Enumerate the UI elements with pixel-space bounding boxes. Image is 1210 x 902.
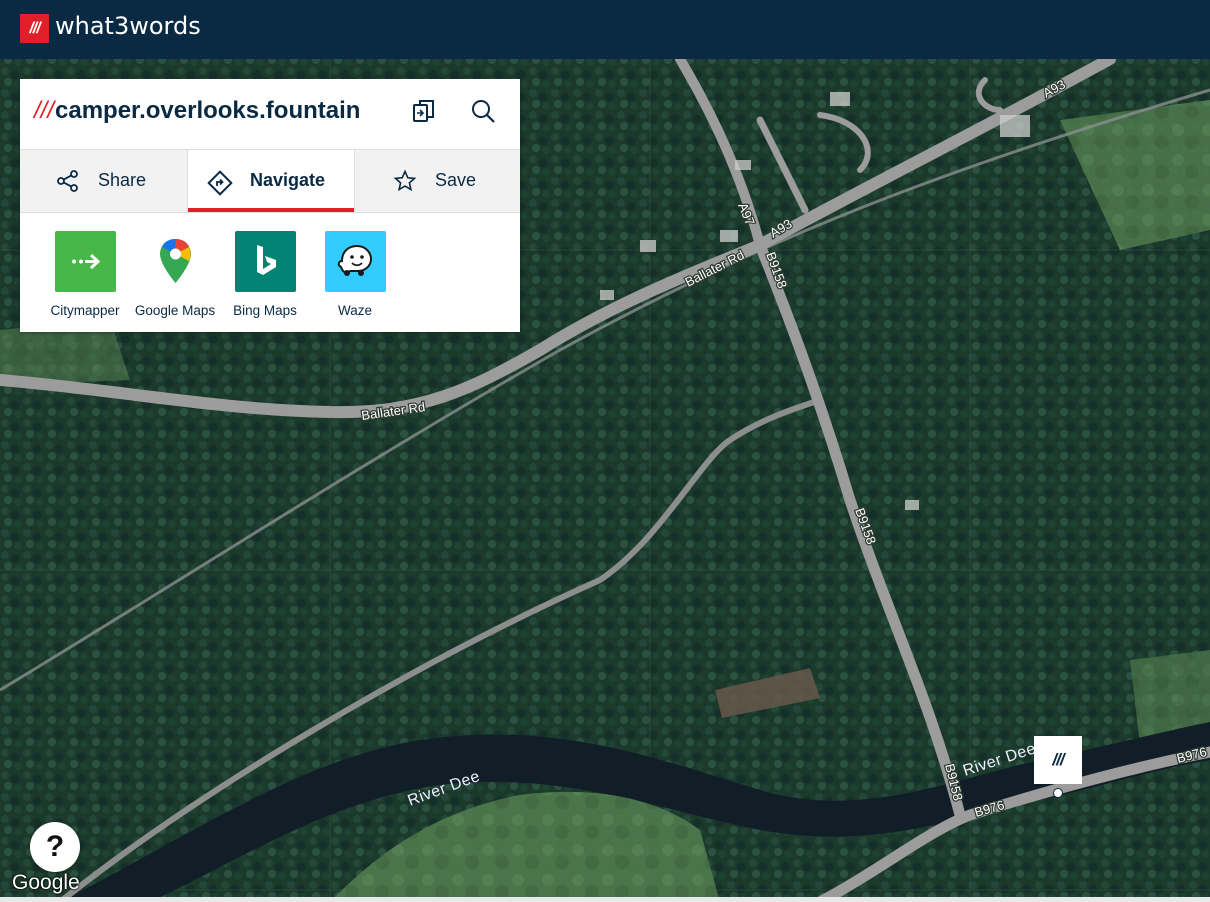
search-icon <box>472 100 495 123</box>
app-label: Waze <box>337 303 372 318</box>
bing-icon <box>234 231 296 292</box>
tab-navigate[interactable]: Navigate <box>187 150 355 212</box>
app-label: Bing Maps <box>233 303 297 318</box>
copy-icon <box>413 100 434 122</box>
google-attribution: Google <box>12 871 80 894</box>
navigation-apps: Citymapper Google Maps Bing Maps Waze <box>20 231 520 331</box>
waze-icon <box>324 231 386 292</box>
address-card: ///camper.overlooks.fountain Share Navig… <box>20 79 520 332</box>
address-slashes: /// <box>34 97 55 124</box>
help-button[interactable]: ? <box>30 822 80 872</box>
search-button[interactable] <box>469 97 499 127</box>
google-maps-icon <box>144 231 206 292</box>
what3words-logo[interactable]: /// <box>20 14 49 43</box>
location-pin[interactable]: /// <box>1034 736 1082 784</box>
tab-save[interactable]: Save <box>354 150 520 212</box>
app-waze[interactable]: Waze <box>310 231 400 318</box>
brand-name[interactable]: what3words <box>55 12 201 40</box>
tab-save-label: Save <box>435 170 477 190</box>
tab-navigate-label: Navigate <box>250 170 326 190</box>
app-citymapper[interactable]: Citymapper <box>40 231 130 318</box>
app-label: Google Maps <box>134 303 216 318</box>
app-label: Citymapper <box>50 303 120 318</box>
star-icon <box>393 169 417 192</box>
location-dot <box>1053 788 1063 798</box>
tab-share-label: Share <box>98 170 147 190</box>
three-word-address[interactable]: ///camper.overlooks.fountain <box>34 97 360 125</box>
directions-icon <box>207 170 233 196</box>
address-text: camper.overlooks.fountain <box>55 97 361 124</box>
share-icon <box>57 170 78 192</box>
copy-button[interactable] <box>410 97 440 127</box>
top-bar: /// what3words <box>0 0 1210 59</box>
tab-share[interactable]: Share <box>20 150 186 212</box>
action-tabs: Share Navigate Save <box>20 149 520 213</box>
app-google-maps[interactable]: Google Maps <box>130 231 220 318</box>
bottom-strip <box>0 897 1210 902</box>
app-bing-maps[interactable]: Bing Maps <box>220 231 310 318</box>
citymapper-icon <box>54 231 116 292</box>
